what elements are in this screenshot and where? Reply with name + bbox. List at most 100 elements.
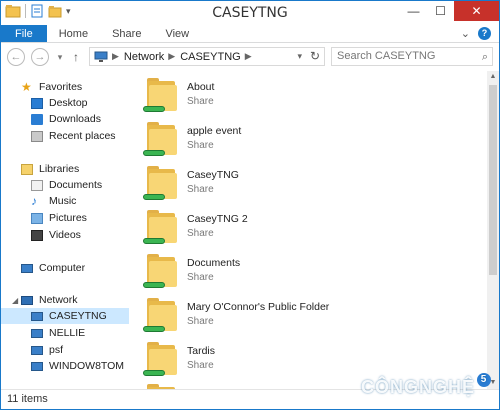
nav-window8tom-label: WINDOW8TOM [49, 360, 125, 372]
collapse-chevron-icon[interactable]: ◢ [12, 296, 18, 305]
nav-libraries[interactable]: Libraries [21, 161, 79, 177]
tab-view[interactable]: View [153, 25, 201, 42]
item-type: Share [187, 140, 214, 151]
shared-folder-icon [143, 77, 181, 113]
star-icon: ★ [21, 79, 32, 94]
minimize-button[interactable]: — [400, 1, 427, 21]
search-icon[interactable]: ⌕ [482, 49, 488, 66]
nav-pictures-label: Pictures [49, 212, 87, 224]
item-type: Share [187, 96, 214, 107]
nav-desktop[interactable]: Desktop [31, 95, 88, 111]
network-icon [94, 51, 108, 62]
address-bar[interactable]: ▶ Network ▶ CASEYTNG ▶ ▾ ↻ [89, 47, 325, 66]
back-button[interactable]: ← [7, 48, 25, 66]
computer-icon [31, 328, 43, 338]
maximize-button[interactable]: ☐ [427, 1, 454, 21]
nav-desktop-label: Desktop [49, 97, 88, 109]
forward-button[interactable]: → [31, 48, 49, 66]
list-item[interactable]: Mary O'Connor's Public Folder Share [143, 297, 329, 337]
nav-computer-label: Computer [39, 262, 86, 274]
item-name: Tardis [187, 345, 216, 357]
watermark-text: CÔNGNGHỆ [360, 376, 475, 397]
nav-videos[interactable]: Videos [31, 227, 81, 243]
refresh-icon[interactable]: ↻ [310, 49, 320, 63]
libraries-icon [21, 163, 33, 175]
list-item[interactable]: Tardis Share [143, 341, 215, 381]
title-bar: ▾ CASEYTNG — ☐ ✕ [1, 1, 499, 25]
recent-places-icon [31, 130, 43, 142]
breadcrumb-chevron-icon[interactable]: ▶ [168, 51, 175, 62]
watermark-badge: 5 [477, 373, 491, 387]
nav-music[interactable]: ♪ Music [31, 193, 76, 209]
shared-folder-icon [143, 297, 181, 333]
item-name: CaseyTNG 2 [187, 213, 248, 225]
tab-home[interactable]: Home [47, 25, 100, 42]
navigation-pane: ★ Favorites Desktop Downloads Recent pla… [1, 71, 129, 389]
nav-psf-label: psf [49, 344, 64, 356]
nav-network-caseytng[interactable]: CASEYTNG [1, 308, 129, 324]
list-item[interactable]: CaseyTNG Share [143, 165, 239, 205]
scrollbar-thumb[interactable] [489, 85, 497, 275]
music-icon: ♪ [31, 193, 37, 208]
shared-folder-icon [143, 341, 181, 377]
item-name: Documents [187, 257, 241, 269]
search-input[interactable]: Search CASEYTNG ⌕ [331, 47, 493, 66]
item-type: Share [187, 360, 214, 371]
nav-documents[interactable]: Documents [31, 177, 102, 193]
nav-network-label: Network [39, 294, 78, 306]
nav-pictures[interactable]: Pictures [31, 210, 87, 226]
nav-recent-places[interactable]: Recent places [31, 128, 116, 144]
search-placeholder: Search CASEYTNG [337, 50, 436, 62]
item-type: Share [187, 316, 214, 327]
videos-icon [31, 229, 43, 241]
nav-nellie-label: NELLIE [49, 327, 86, 339]
nav-libraries-label: Libraries [39, 163, 80, 175]
expand-ribbon-icon[interactable]: ⌄ [461, 27, 470, 40]
nav-downloads[interactable]: Downloads [31, 111, 101, 127]
item-name: About [187, 81, 215, 93]
address-dropdown-icon[interactable]: ▾ [297, 51, 302, 62]
help-icon[interactable]: ? [478, 27, 491, 40]
list-item[interactable]: CaseyTNG 2 Share [143, 209, 248, 249]
explorer-window: ▾ CASEYTNG — ☐ ✕ File Home Share View ⌄ … [0, 0, 500, 410]
window-controls: — ☐ ✕ [400, 1, 499, 21]
watermark-logo: CÔNGNGHỆ 5 [361, 373, 491, 401]
nav-computer[interactable]: Computer [21, 260, 85, 276]
breadcrumb-chevron-icon[interactable]: ▶ [112, 51, 119, 62]
item-name: Mary O'Connor's Public Folder [187, 301, 330, 313]
up-button[interactable]: ↑ [69, 50, 83, 64]
shared-folder-icon [143, 165, 181, 201]
shared-folder-icon [143, 121, 181, 157]
list-item[interactable]: apple event Share [143, 121, 241, 161]
item-type: Share [187, 228, 214, 239]
tab-share[interactable]: Share [100, 25, 153, 42]
close-button[interactable]: ✕ [454, 1, 499, 21]
scroll-up-icon[interactable]: ▲ [487, 71, 499, 83]
computer-icon [21, 263, 33, 273]
ribbon-tabs: File Home Share View ⌄ ? [1, 25, 499, 43]
documents-icon [31, 179, 43, 191]
list-item[interactable]: About Share [143, 77, 214, 117]
downloads-icon [31, 113, 43, 125]
nav-network-nellie[interactable]: NELLIE [31, 325, 85, 341]
computer-icon [31, 361, 43, 371]
breadcrumb-network[interactable]: Network [124, 51, 164, 63]
nav-music-label: Music [49, 195, 77, 207]
breadcrumb-chevron-icon[interactable]: ▶ [245, 51, 252, 62]
nav-favorites-label: Favorites [39, 81, 83, 93]
tab-file[interactable]: File [1, 25, 47, 42]
breadcrumb-caseytng[interactable]: CASEYTNG [180, 51, 241, 63]
nav-network-psf[interactable]: psf [31, 342, 63, 358]
recent-locations-icon[interactable]: ▾ [53, 52, 67, 63]
item-name: apple event [187, 125, 242, 137]
network-icon [21, 295, 33, 305]
shared-folder-icon [143, 253, 181, 289]
nav-favorites[interactable]: ★ Favorites [21, 79, 82, 95]
nav-network[interactable]: Network [21, 292, 78, 308]
nav-videos-label: Videos [49, 229, 81, 241]
nav-network-window8tom[interactable]: WINDOW8TOM [31, 358, 124, 374]
nav-downloads-label: Downloads [49, 113, 101, 125]
list-item[interactable]: Documents Share [143, 253, 240, 293]
vertical-scrollbar[interactable]: ▲ ▼ [487, 71, 499, 389]
item-name: CaseyTNG [187, 169, 239, 181]
